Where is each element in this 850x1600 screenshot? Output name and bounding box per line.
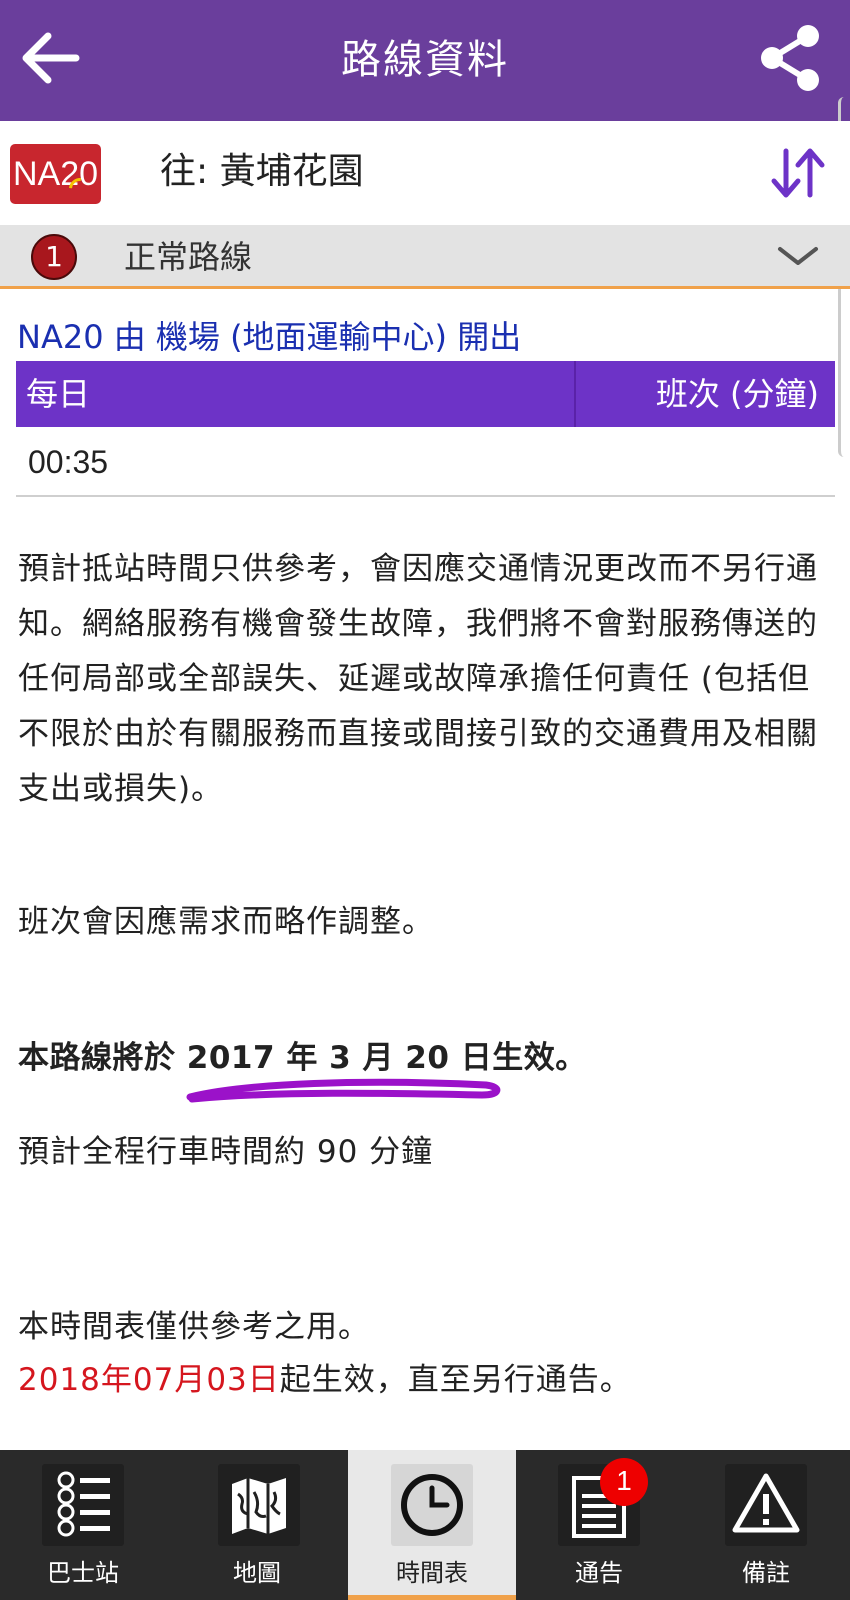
warning-icon xyxy=(725,1464,807,1546)
route-header: NA20 往: 黃埔花園 xyxy=(0,121,850,225)
header-day: 每日 xyxy=(26,375,91,413)
effective-suffix: 起生效，直至另行通告。 xyxy=(279,1362,632,1398)
nav-label-remarks: 備註 xyxy=(742,1559,790,1587)
bus-stops-list-icon xyxy=(42,1464,124,1546)
nav-label-timetable: 時間表 xyxy=(396,1559,468,1587)
schedule-table-header: 每日 班次 (分鐘) xyxy=(16,361,835,427)
share-icon[interactable] xyxy=(756,22,826,94)
route-destination: 往: 黃埔花園 xyxy=(160,151,364,192)
swap-direction-icon[interactable] xyxy=(770,143,826,203)
page-title: 路線資料 xyxy=(341,37,509,83)
departure-time: 00:35 xyxy=(28,444,109,480)
bottom-navigation: 巴士站 地圖 時間表 1 通告 備註 xyxy=(0,1450,850,1600)
route-number-badge: NA20 xyxy=(10,144,101,204)
route-variant-selector[interactable]: 1 正常路線 xyxy=(0,225,850,289)
nav-remarks[interactable]: 備註 xyxy=(682,1450,850,1600)
nav-notices[interactable]: 1 通告 xyxy=(516,1450,682,1600)
handwritten-highlight-stroke xyxy=(186,1075,506,1105)
variant-label: 正常路線 xyxy=(124,238,253,276)
journey-time-note: 預計全程行車時間約 90 分鐘 xyxy=(18,1134,434,1170)
app-bar: 路線資料 xyxy=(0,0,850,121)
table-row: 00:35 xyxy=(16,427,835,497)
header-divider xyxy=(574,361,576,427)
notification-count-badge: 1 xyxy=(600,1458,648,1506)
nav-label-map: 地圖 xyxy=(233,1559,281,1587)
reference-note: 本時間表僅供參考之用。 xyxy=(18,1309,370,1345)
disclaimer-text: 預計抵站時間只供參考，會因應交通情況更改而不另行通知。網絡服務有機會發生故障，我… xyxy=(18,551,818,807)
effective-date: 2018年07月03日 xyxy=(18,1362,280,1398)
departure-origin-title: NA20 由 機場 (地面運輸中心) 開出 xyxy=(17,318,522,356)
clock-icon xyxy=(391,1464,473,1546)
nav-map[interactable]: 地圖 xyxy=(166,1450,348,1600)
header-frequency: 班次 (分鐘) xyxy=(655,375,819,413)
frequency-adjust-note: 班次會因應需求而略作調整。 xyxy=(18,904,434,940)
variant-number-badge: 1 xyxy=(31,234,77,280)
nav-label-bus-stops: 巴士站 xyxy=(47,1559,119,1587)
nav-label-notices: 通告 xyxy=(575,1559,623,1587)
nav-bus-stops[interactable]: 巴士站 xyxy=(0,1450,166,1600)
chevron-down-icon[interactable] xyxy=(776,243,820,271)
nav-timetable[interactable]: 時間表 xyxy=(348,1450,516,1600)
map-icon xyxy=(218,1464,300,1546)
timetable-effective-note: 2018年07月03日起生效，直至另行通告。 xyxy=(18,1353,833,1408)
